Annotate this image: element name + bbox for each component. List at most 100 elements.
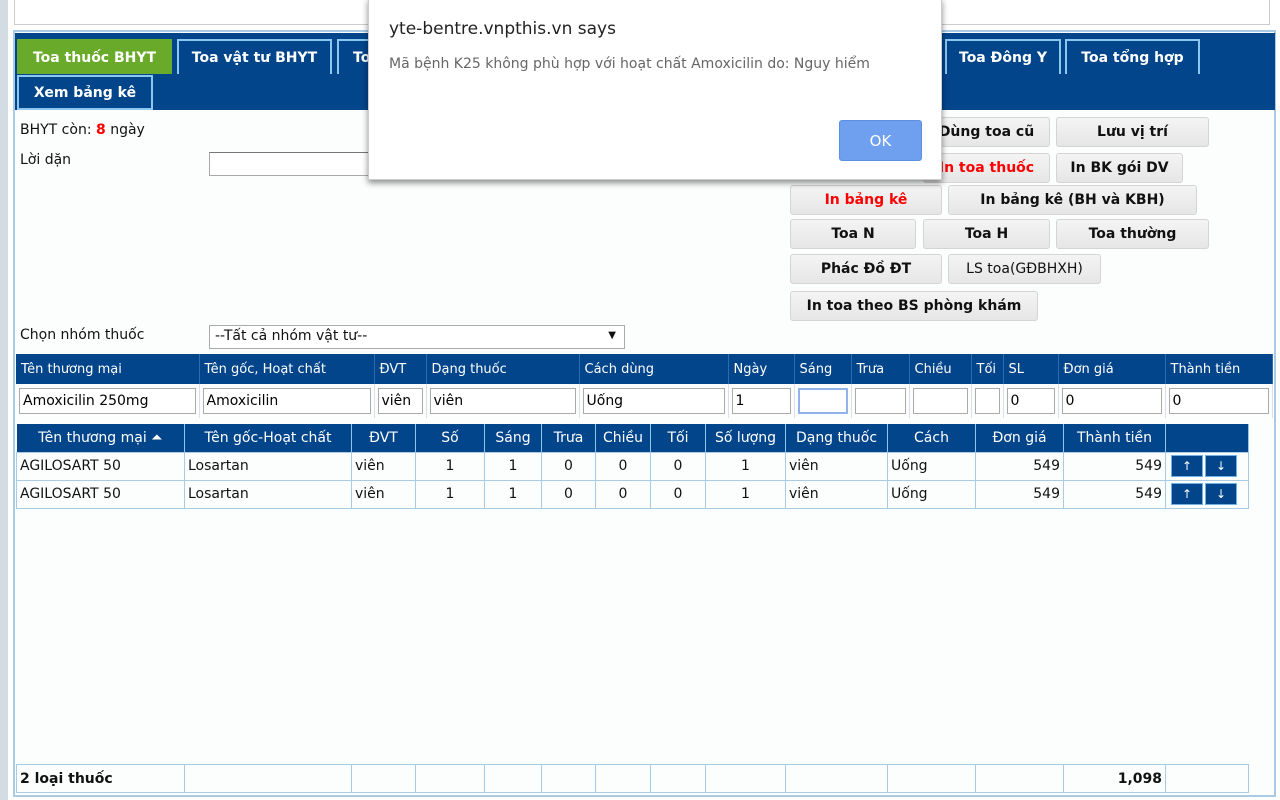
- table-cell: viên: [351, 479, 416, 509]
- sang-input[interactable]: [797, 388, 848, 414]
- in-bang-ke-button[interactable]: In bảng kê: [790, 185, 942, 215]
- table-cell: Losartan: [184, 451, 352, 481]
- entry-header: Chiều: [909, 354, 972, 384]
- table-cell: 549: [1063, 479, 1166, 509]
- entry-header: Cách dùng: [579, 354, 729, 384]
- toa-thuong-button[interactable]: Toa thường: [1056, 219, 1209, 249]
- list-header: Cách: [887, 424, 976, 452]
- list-header: Chiều: [595, 424, 651, 452]
- ok-button[interactable]: OK: [839, 120, 922, 161]
- chon-nhom-thuoc-label: Chọn nhóm thuốc: [20, 327, 145, 343]
- tab-xem-bang-ke[interactable]: Xem bảng kê: [17, 75, 153, 110]
- entry-header: Ngày: [728, 354, 795, 384]
- table-row[interactable]: AGILOSART 50 Losartan viên 1 1 0 0 0 1 viên Uống 54…: [16, 479, 1249, 509]
- entry-table: Tên thương mại Tên gốc, Hoạt chất ĐVT Dạng …: [16, 354, 1273, 418]
- entry-header: SL: [1003, 354, 1059, 384]
- table-cell: Uống: [887, 479, 976, 509]
- table-cell: 1: [415, 451, 485, 481]
- table-cell: 0: [595, 479, 651, 509]
- don-gia-input[interactable]: [1061, 388, 1162, 414]
- sl-input[interactable]: [1006, 388, 1055, 414]
- row-actions: ↑ ↓: [1165, 479, 1249, 509]
- entry-header: Dạng thuốc: [426, 354, 580, 384]
- tab-toa-dong-y[interactable]: Toa Đông Y: [945, 39, 1061, 74]
- tab-toa-thuoc-bhyt[interactable]: Toa thuốc BHYT: [17, 39, 172, 74]
- bhyt-remaining: BHYT còn: 8 ngày: [20, 122, 145, 138]
- phac-do-dt-button[interactable]: Phác Đồ ĐT: [790, 254, 942, 284]
- move-down-button[interactable]: ↓: [1205, 483, 1237, 505]
- table-cell: 0: [541, 451, 596, 481]
- page-edge: [0, 0, 8, 800]
- bhyt-days: 8: [96, 122, 106, 138]
- ngay-input[interactable]: [731, 388, 791, 414]
- list-header: Đơn giá: [975, 424, 1064, 452]
- entry-input-row: [16, 384, 1273, 418]
- chieu-input[interactable]: [912, 388, 968, 414]
- trua-input[interactable]: [854, 388, 906, 414]
- move-down-button[interactable]: ↓: [1205, 455, 1237, 477]
- entry-header: Trưa: [851, 354, 910, 384]
- entry-header: Đơn giá: [1058, 354, 1166, 384]
- tab-toa-vat-tu-bhyt[interactable]: Toa vật tư BHYT: [177, 39, 332, 74]
- list-header-row: Tên thương mại ⏶ Tên gốc-Hoạt chất ĐVT Số Sá…: [16, 424, 1249, 452]
- dialog-title: yte-bentre.vnpthis.vn says: [389, 19, 616, 39]
- list-header: Tối: [650, 424, 706, 452]
- luu-vi-tri-button[interactable]: Lưu vị trí: [1056, 117, 1209, 147]
- dvt-input[interactable]: [377, 388, 423, 414]
- table-cell: 1: [484, 479, 542, 509]
- in-bang-ke-bh-kbh-button[interactable]: In bảng kê (BH và KBH): [948, 185, 1197, 215]
- table-cell: 549: [975, 479, 1064, 509]
- table-cell: 0: [595, 451, 651, 481]
- list-header: Thành tiền: [1063, 424, 1166, 452]
- ten-thuong-mai-input[interactable]: [19, 388, 196, 414]
- in-toa-theo-bs-button[interactable]: In toa theo BS phòng khám: [790, 291, 1038, 321]
- table-row[interactable]: AGILOSART 50 Losartan viên 1 1 0 0 0 1 viên Uống 54…: [16, 451, 1249, 481]
- row-actions: ↑ ↓: [1165, 451, 1249, 481]
- toa-h-button[interactable]: Toa H: [923, 219, 1050, 249]
- table-cell: AGILOSART 50: [16, 451, 185, 481]
- in-toa-thuoc-button[interactable]: In toa thuốc: [923, 153, 1050, 183]
- list-header: Trưa: [541, 424, 596, 452]
- medicine-list-table: Tên thương mại ⏶ Tên gốc-Hoạt chất ĐVT Số Sá…: [16, 424, 1249, 509]
- table-cell: 0: [650, 479, 706, 509]
- list-header: Sáng: [484, 424, 542, 452]
- nhom-selected-value: --Tất cả nhóm vật tư--: [215, 328, 368, 344]
- bhyt-unit: ngày: [110, 122, 145, 138]
- list-header: Tên gốc-Hoạt chất: [184, 424, 352, 452]
- toa-n-button[interactable]: Toa N: [790, 219, 916, 249]
- table-cell: 549: [1063, 451, 1166, 481]
- table-cell: 1: [705, 451, 786, 481]
- in-bk-goi-dv-button[interactable]: In BK gói DV: [1056, 153, 1183, 183]
- table-cell: 0: [541, 479, 596, 509]
- nhom-thuoc-select[interactable]: --Tất cả nhóm vật tư-- ▼: [209, 325, 625, 349]
- table-cell: 1: [415, 479, 485, 509]
- table-cell: viên: [785, 451, 888, 481]
- toi-input[interactable]: [974, 388, 1000, 414]
- total-amount: 1,098: [1063, 764, 1166, 793]
- list-header: Số: [415, 424, 485, 452]
- list-header: Dạng thuốc: [785, 424, 888, 452]
- dung-toa-cu-button[interactable]: Dùng toa cũ: [923, 117, 1050, 147]
- list-header: [1165, 424, 1249, 452]
- entry-header: Tên gốc, Hoạt chất: [199, 354, 375, 384]
- entry-header: Tên thương mại: [16, 354, 200, 384]
- loi-dan-label: Lời dặn: [20, 152, 72, 168]
- hoat-chat-input[interactable]: [202, 388, 371, 414]
- thanh-tien-input[interactable]: [1168, 388, 1269, 414]
- table-cell: 0: [650, 451, 706, 481]
- dang-thuoc-input[interactable]: [429, 388, 576, 414]
- list-header: Số lượng: [705, 424, 786, 452]
- table-cell: AGILOSART 50: [16, 479, 185, 509]
- ls-toa-button[interactable]: LS toa(GĐBHXH): [948, 254, 1101, 284]
- move-up-button[interactable]: ↑: [1171, 483, 1203, 505]
- entry-header: Tối: [971, 354, 1004, 384]
- tab-toa-tong-hop[interactable]: Toa tổng hợp: [1065, 39, 1200, 74]
- cach-dung-input[interactable]: [582, 388, 725, 414]
- medicine-count: 2 loại thuốc: [16, 764, 185, 793]
- bhyt-label: BHYT còn:: [20, 122, 92, 138]
- list-header[interactable]: Tên thương mại ⏶: [16, 424, 185, 452]
- table-cell: 549: [975, 451, 1064, 481]
- entry-header: ĐVT: [374, 354, 427, 384]
- table-cell: 1: [484, 451, 542, 481]
- move-up-button[interactable]: ↑: [1171, 455, 1203, 477]
